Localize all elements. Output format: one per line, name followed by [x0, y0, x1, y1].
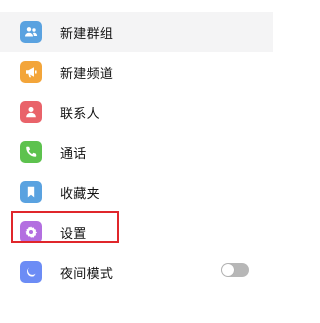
gear-icon: [20, 221, 42, 243]
menu-item-label: 收藏夹: [60, 186, 100, 202]
menu-item-new-group[interactable]: 新建群组: [0, 12, 273, 52]
menu-item-label: 夜间模式: [60, 266, 114, 282]
menu-item-contacts[interactable]: 联系人: [0, 92, 273, 132]
menu-item-label: 新建群组: [60, 26, 114, 42]
menu-item-calls[interactable]: 通话: [0, 132, 273, 172]
menu-item-label: 联系人: [60, 106, 100, 122]
toggle-knob: [222, 264, 234, 276]
bookmark-icon: [20, 181, 42, 203]
menu-item-label: 设置: [60, 226, 87, 242]
menu-item-favorites[interactable]: 收藏夹: [0, 172, 273, 212]
moon-icon: [20, 261, 42, 283]
night-mode-toggle[interactable]: [221, 263, 249, 277]
phone-icon: [20, 141, 42, 163]
megaphone-icon: [20, 61, 42, 83]
person-icon: [20, 101, 42, 123]
menu-item-label: 通话: [60, 146, 87, 162]
menu-item-new-channel[interactable]: 新建频道: [0, 52, 273, 92]
side-menu: 新建群组 新建频道 联系人 通话 收藏夹 设置 夜间模式: [0, 0, 273, 323]
menu-item-settings[interactable]: 设置: [0, 212, 273, 252]
menu-item-label: 新建频道: [60, 66, 114, 82]
group-icon: [20, 21, 42, 43]
